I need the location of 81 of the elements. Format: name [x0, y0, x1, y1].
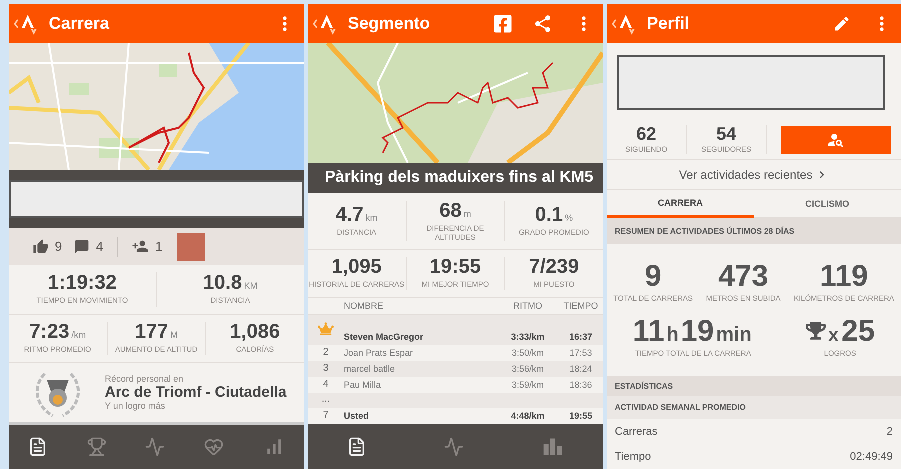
stat-name: Tiempo — [615, 450, 652, 462]
rank-number: 4 — [322, 379, 330, 390]
pace-value: 3:56/km — [510, 364, 545, 374]
stat-value: 4.7 km — [336, 205, 378, 226]
analysis-tab[interactable] — [444, 436, 464, 456]
crown-icon — [318, 320, 334, 336]
document-icon — [346, 436, 367, 456]
count-value: 54 — [716, 124, 737, 144]
screen-title: Perfil — [647, 14, 691, 34]
athlete-name: Pau Milla — [344, 380, 382, 390]
stat-value: 7/239 — [529, 257, 580, 278]
stat-value: 68 m — [440, 200, 472, 222]
count-value: 62 — [636, 124, 657, 144]
pencil-icon[interactable] — [833, 14, 851, 32]
screen-title: Carrera — [49, 14, 110, 34]
photo-placeholder — [176, 232, 205, 260]
trophy-icon — [806, 321, 826, 341]
stat-value: 10.8 KM — [203, 273, 258, 294]
stat-value: 1:19:32 — [48, 273, 117, 294]
find-friends-button[interactable] — [781, 126, 891, 154]
thumbs-up-icon[interactable] — [33, 238, 49, 254]
summary-value: 9 — [644, 262, 662, 292]
overview-tab[interactable] — [28, 437, 48, 457]
stat-value: 7:23/km — [30, 322, 86, 344]
time-value: 17:53 — [568, 348, 594, 358]
pace-value: 3:59/km — [510, 380, 545, 390]
followers-count: 1 — [155, 239, 163, 254]
share-icon[interactable] — [533, 14, 553, 34]
stat-name: Carreras — [615, 426, 658, 438]
rank-number: 2 — [322, 347, 330, 358]
section-header: RESUMEN DE ACTIVIDADES ÚLTIMOS 28 DÍAS — [607, 218, 901, 244]
pulse-icon — [145, 437, 166, 457]
stat-value: 02:49:49 — [850, 450, 893, 462]
summary-value: 119 — [820, 262, 868, 292]
athlete-name: Usted — [344, 411, 370, 421]
screen-title: Segmento — [348, 14, 432, 34]
stat-value: 2 — [886, 426, 893, 438]
overview-tab[interactable] — [346, 436, 367, 456]
stat-value: 177 M — [135, 322, 178, 344]
facebook-icon[interactable] — [493, 14, 513, 34]
segment-title: Pàrking dels maduixers fins al KM5 — [308, 163, 603, 193]
comments-count: 4 — [96, 239, 104, 254]
section-header: ESTADÍSTICAS — [607, 376, 901, 396]
athlete-name: marcel batlle — [344, 364, 396, 374]
ellipsis: ... — [320, 394, 332, 405]
column-header: TIEMPO — [562, 301, 600, 311]
likes-count: 9 — [55, 239, 62, 254]
rank-number: 7 — [322, 410, 330, 421]
document-icon — [28, 437, 48, 457]
pace-value: 3:33/km — [510, 332, 546, 342]
summary-value: 473 — [718, 262, 769, 292]
athlete-name: Joan Prats Espar — [344, 348, 414, 358]
record-note: Y un logro más — [105, 401, 166, 411]
time-value: 16:37 — [568, 332, 594, 342]
pace-value: 4:48/km — [510, 411, 546, 421]
rank-number: 3 — [322, 363, 330, 374]
person-add-icon[interactable] — [132, 238, 150, 255]
column-header: RITMO — [512, 301, 544, 311]
segment-name: Arc de Triomf - Ciutadella — [105, 384, 287, 401]
heart-rate-tab[interactable] — [204, 437, 224, 457]
column-header: NOMBRE — [344, 301, 385, 311]
achievements-tab[interactable] — [86, 437, 107, 457]
stat-value: 0.1% — [535, 205, 574, 226]
stat-value: 1,086 — [230, 322, 280, 344]
section-header: ACTIVIDAD SEMANAL PROMEDIO — [607, 396, 901, 419]
trophy-icon — [86, 437, 107, 457]
record-caption: Récord personal en — [105, 374, 185, 384]
stat-value: 19:55 — [430, 257, 482, 278]
athlete-name: Steven MacGregor — [344, 332, 425, 342]
total-time-value: 11h 19 min — [632, 317, 753, 347]
heart-pulse-icon — [204, 437, 224, 457]
time-value: 19:55 — [568, 411, 594, 421]
recent-activities-link[interactable]: Ver actividades recientes — [607, 160, 901, 190]
achievements-value: x 25 — [828, 317, 876, 347]
time-value: 18:36 — [568, 380, 594, 390]
analysis-tab[interactable] — [145, 437, 166, 457]
comment-icon[interactable] — [74, 238, 90, 254]
pulse-icon — [444, 436, 464, 456]
stat-value: 1,095 — [332, 257, 382, 278]
pace-value: 3:50/km — [510, 348, 545, 358]
time-value: 18:24 — [568, 364, 594, 374]
